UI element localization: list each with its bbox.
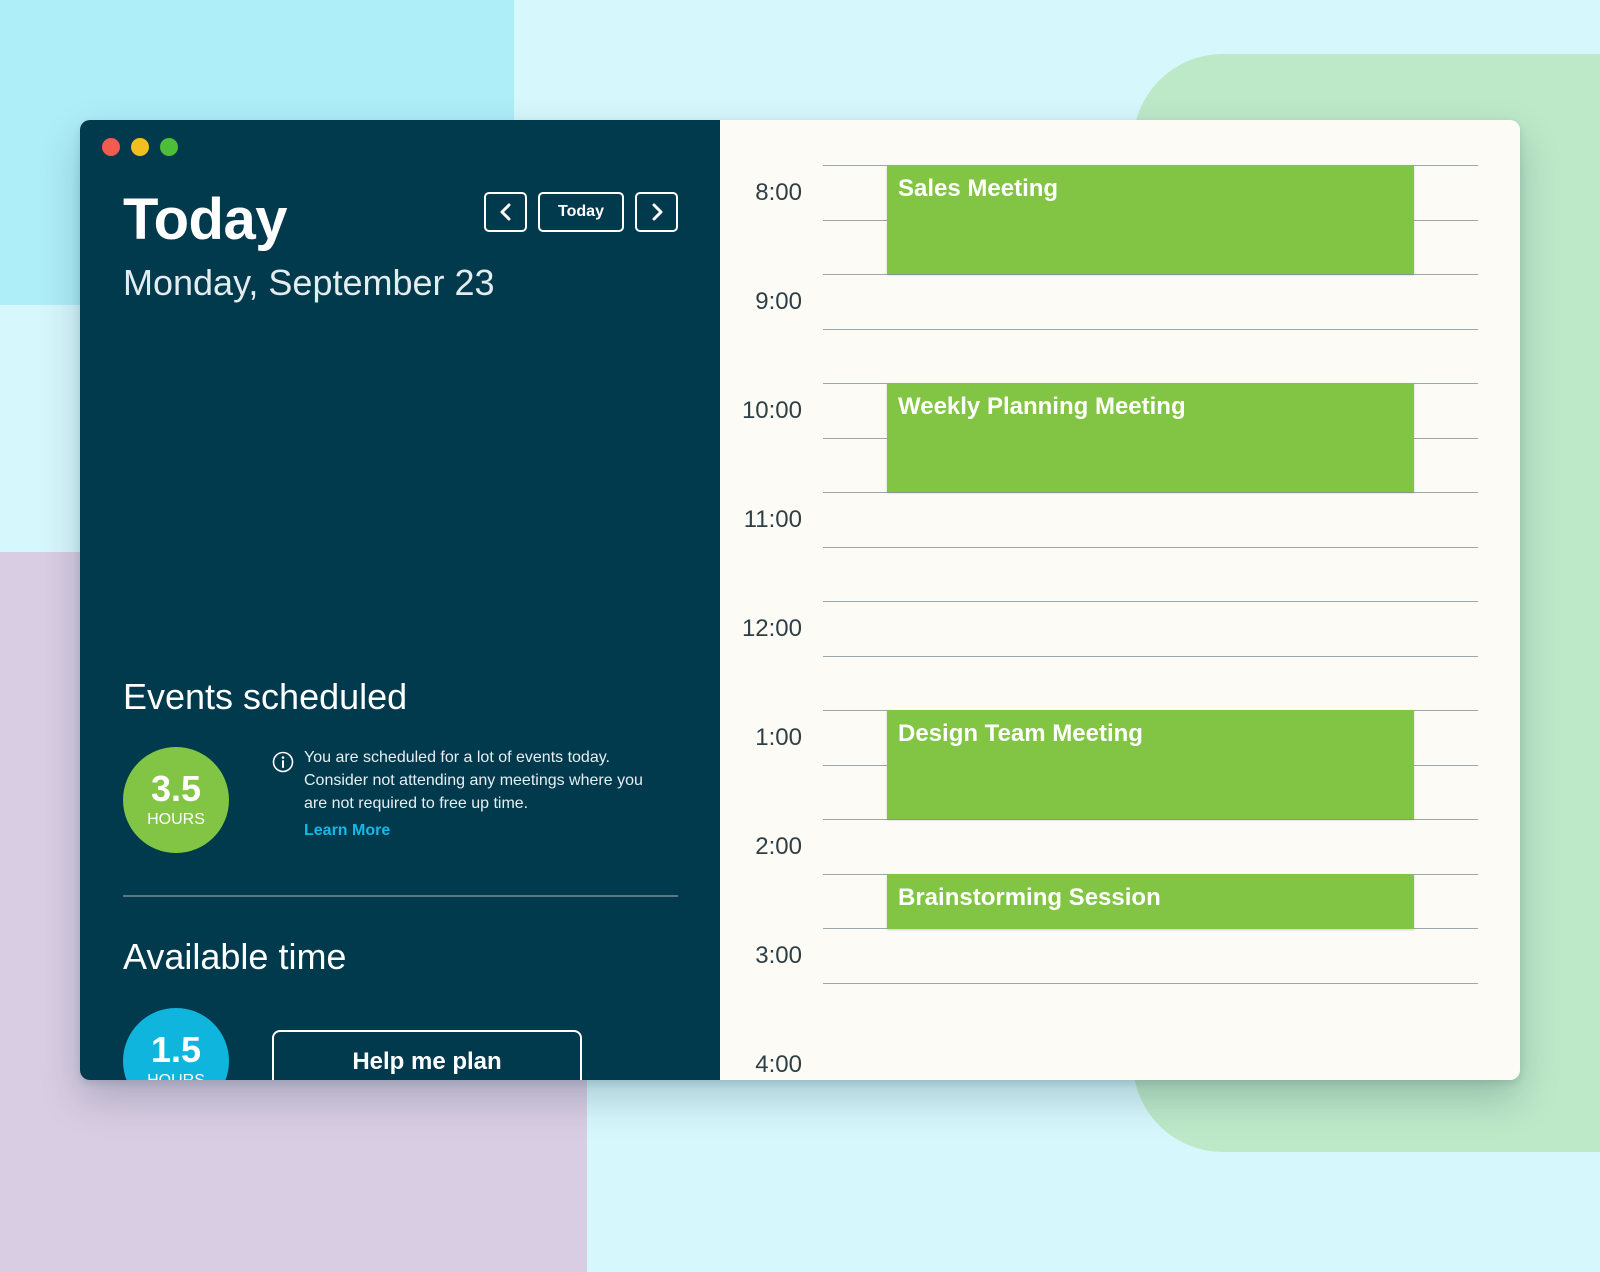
scheduled-hours-value: 3.5 [150,768,202,809]
time-label: 4:00 [755,1051,802,1078]
time-label: 8:00 [755,179,802,206]
event-title: Brainstorming Session [898,884,1161,911]
app-window: Today Monday, September 23 Today Events … [80,120,1520,1080]
chevron-left-icon [500,203,510,221]
time-label: 3:00 [755,942,802,969]
event-block[interactable]: Design Team Meeting [887,710,1414,819]
available-hours-badge: 1.5 HOURS [123,1008,229,1080]
time-label: 10:00 [741,397,802,424]
event-title: Design Team Meeting [898,720,1143,747]
chevron-right-icon [652,203,662,221]
scheduled-hours-badge: 3.5 HOURS [123,747,229,853]
today-button[interactable]: Today [538,192,624,232]
page-title: Today [123,187,288,252]
time-label: 11:00 [743,506,802,533]
help-me-plan-button[interactable]: Help me plan [272,1030,582,1080]
window-controls [102,138,178,156]
date-navigation: Today [484,192,678,232]
info-icon [272,751,294,773]
event-block[interactable]: Sales Meeting [887,165,1414,274]
current-date: Monday, September 23 [123,262,495,303]
grid-line [823,329,1478,330]
learn-more-link[interactable]: Learn More [304,822,390,840]
time-label: 9:00 [755,288,802,315]
event-block[interactable]: Weekly Planning Meeting [887,383,1414,492]
grid-line [823,274,1478,275]
day-calendar: 8:00 9:00 10:00 11:00 12:00 1:00 2:00 3:00 4:00 S… [720,120,1520,1080]
close-window-button[interactable] [102,138,120,156]
section-divider [123,895,678,897]
zoom-window-button[interactable] [160,138,178,156]
minimize-window-button[interactable] [131,138,149,156]
grid-line [823,547,1478,548]
event-title: Weekly Planning Meeting [898,393,1186,420]
schedule-warning-text: You are scheduled for a lot of events to… [304,749,643,812]
grid-line [823,983,1478,984]
time-label: 1:00 [755,724,802,751]
events-scheduled-heading: Events scheduled [123,676,408,717]
event-title: Sales Meeting [898,175,1059,202]
time-label: 12:00 [741,615,802,642]
available-hours-value: 1.5 [150,1029,202,1070]
grid-line [823,656,1478,657]
time-label: 2:00 [755,833,802,860]
available-hours-unit: HOURS [147,1072,205,1080]
grid-line [823,492,1478,493]
next-day-button[interactable] [635,192,678,232]
scheduled-hours-unit: HOURS [147,811,205,828]
previous-day-button[interactable] [484,192,527,232]
grid-line [823,601,1478,602]
available-time-heading: Available time [123,936,347,977]
event-block[interactable]: Brainstorming Session [887,874,1414,929]
summary-panel: Today Monday, September 23 Today Events … [80,120,720,1080]
grid-line [823,819,1478,820]
